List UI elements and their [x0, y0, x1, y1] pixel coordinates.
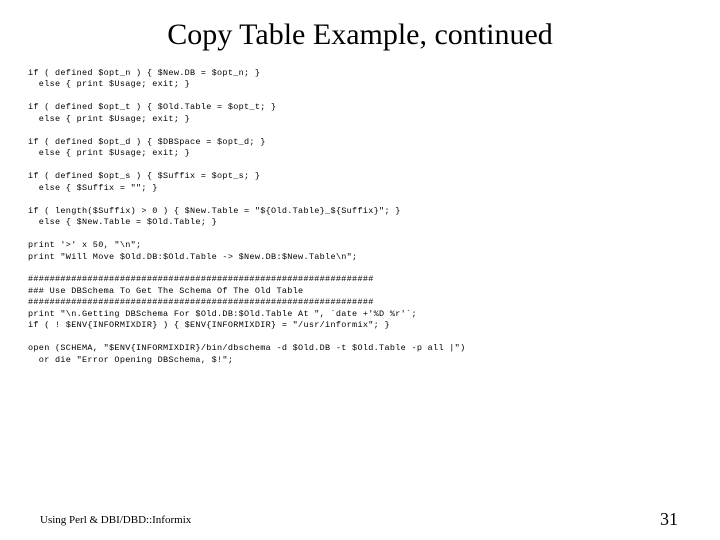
page-number: 31: [660, 509, 678, 530]
page-title: Copy Table Example, continued: [0, 18, 720, 52]
slide: Copy Table Example, continued if ( defin…: [0, 0, 720, 540]
footer-left: Using Perl & DBI/DBD::Informix: [40, 514, 191, 526]
code-block: if ( defined $opt_n ) { $New.DB = $opt_n…: [28, 68, 692, 366]
